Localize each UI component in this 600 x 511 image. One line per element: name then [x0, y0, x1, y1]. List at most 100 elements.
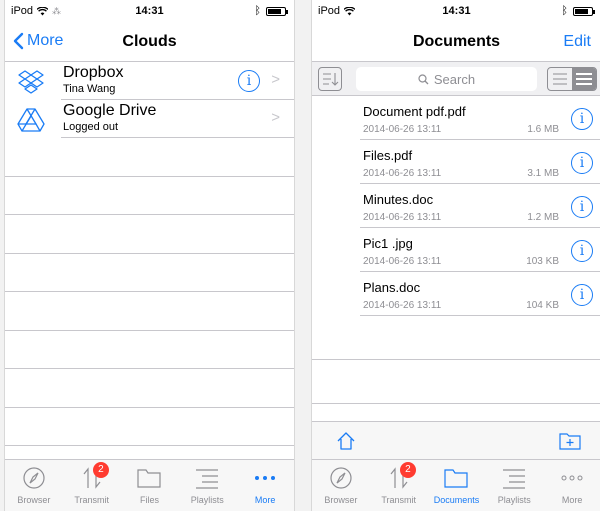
tab-label: Playlists — [190, 495, 224, 505]
tab-documents[interactable]: Documents — [428, 460, 486, 511]
document-date: 2014-06-26 13:11 — [363, 256, 442, 267]
cloud-name: Dropbox — [63, 64, 124, 81]
tab-browser[interactable]: Browser — [312, 460, 370, 511]
bottom-toolbar — [312, 421, 600, 459]
playlist-icon — [196, 469, 219, 489]
document-row[interactable]: Plans.doc 2014-06-26 13:11 104 KB i — [312, 272, 600, 316]
document-date: 2014-06-26 13:11 — [363, 300, 442, 311]
document-size: 3.1 MB — [527, 168, 559, 179]
empty-row — [5, 369, 294, 408]
info-button[interactable]: i — [571, 196, 593, 218]
tab-files[interactable]: Files — [121, 460, 179, 511]
empty-row — [5, 408, 294, 446]
documents-screen: iPod 14:31 ᛒ Documents Edit Search Docum… — [311, 0, 600, 511]
document-size: 1.6 MB — [527, 124, 559, 135]
tab-playlists[interactable]: Playlists — [485, 460, 543, 511]
nav-bar: More Clouds — [5, 22, 294, 62]
nav-bar: Documents Edit — [312, 22, 600, 62]
tab-label: Files — [139, 495, 159, 505]
tab-label: Playlists — [497, 495, 531, 505]
tab-label: More — [561, 495, 583, 505]
folder-icon — [137, 469, 162, 488]
bluetooth-icon: ᛒ — [254, 5, 261, 17]
empty-row — [5, 254, 294, 292]
page-title: Clouds — [122, 33, 177, 50]
info-button[interactable]: i — [571, 108, 593, 130]
tab-label: More — [254, 495, 276, 505]
document-date: 2014-06-26 13:11 — [363, 168, 442, 179]
tab-playlists[interactable]: Playlists — [178, 460, 236, 511]
playlist-icon — [503, 469, 526, 489]
document-name: Minutes.doc — [363, 192, 434, 207]
tab-more[interactable]: More — [236, 460, 294, 511]
cloud-row-dropbox[interactable]: Dropbox Tina Wang i > — [5, 62, 294, 100]
tab-bar: Browser 2 Transmit Files Playlists More — [5, 459, 294, 511]
tab-label: Documents — [433, 495, 480, 505]
info-button[interactable]: i — [571, 152, 593, 174]
list-view-button[interactable] — [572, 68, 596, 90]
tab-label: Transmit — [74, 495, 110, 505]
tab-browser[interactable]: Browser — [5, 460, 63, 511]
folder-icon — [444, 469, 469, 488]
cloud-row-google-drive[interactable]: Google Drive Logged out > — [5, 100, 294, 138]
battery-icon — [266, 6, 288, 16]
cloud-list: Dropbox Tina Wang i > Google Drive Logge… — [5, 62, 294, 138]
chevron-right-icon: > — [271, 71, 280, 88]
google-drive-icon — [17, 108, 45, 132]
cloud-account: Logged out — [63, 121, 119, 133]
empty-row — [312, 316, 600, 360]
search-input[interactable]: Search — [356, 67, 537, 91]
search-toolbar: Search — [312, 62, 600, 96]
clouds-screen: iPod ⁂ 14:31 ᛒ More Clouds Dropbox Tina … — [4, 0, 295, 511]
document-name: Document pdf.pdf — [363, 104, 466, 119]
sort-button[interactable] — [318, 67, 342, 91]
document-row[interactable]: Minutes.doc 2014-06-26 13:11 1.2 MB i — [312, 184, 600, 228]
document-row[interactable]: Pic1 .jpg 2014-06-26 13:11 103 KB i — [312, 228, 600, 272]
document-date: 2014-06-26 13:11 — [363, 124, 442, 135]
info-button[interactable]: i — [571, 240, 593, 262]
document-name: Plans.doc — [363, 280, 421, 295]
sort-icon — [323, 73, 339, 86]
battery-icon — [573, 6, 595, 16]
transmit-badge: 2 — [92, 462, 109, 478]
more-icon — [255, 476, 276, 480]
compass-icon — [23, 467, 45, 489]
edit-button[interactable]: Edit — [563, 33, 591, 51]
transmit-badge: 2 — [399, 462, 416, 478]
document-row[interactable]: Document pdf.pdf 2014-06-26 13:11 1.6 MB… — [312, 96, 600, 140]
tab-label: Browser — [17, 495, 51, 505]
tab-transmit[interactable]: 2 Transmit — [63, 460, 121, 511]
document-size: 104 KB — [526, 300, 559, 311]
empty-rows — [5, 138, 294, 459]
list-detail-icon — [553, 73, 567, 85]
empty-row — [312, 360, 600, 404]
dropbox-icon — [18, 70, 44, 94]
document-size: 103 KB — [526, 256, 559, 267]
status-bar: iPod 14:31 ᛒ — [312, 0, 600, 22]
tab-bar: Browser 2 Transmit Documents Playlists M… — [312, 459, 600, 511]
list-icon — [576, 73, 592, 85]
empty-row — [5, 138, 294, 177]
tab-more[interactable]: More — [543, 460, 600, 511]
document-name: Pic1 .jpg — [363, 236, 413, 251]
search-placeholder: Search — [433, 71, 476, 87]
tab-label: Browser — [324, 495, 358, 505]
document-name: Files.pdf — [363, 148, 413, 163]
chevron-right-icon: > — [271, 109, 280, 126]
page-title: Documents — [412, 33, 501, 50]
home-icon[interactable] — [336, 431, 356, 451]
document-row[interactable]: Files.pdf 2014-06-26 13:11 3.1 MB i — [312, 140, 600, 184]
empty-row — [5, 331, 294, 369]
tab-transmit[interactable]: 2 Transmit — [370, 460, 428, 511]
compass-icon — [330, 467, 352, 489]
info-button[interactable]: i — [571, 284, 593, 306]
view-toggle — [547, 67, 597, 91]
empty-row — [5, 292, 294, 331]
status-time: 14:31 — [135, 5, 164, 17]
status-right: ᛒ — [561, 5, 595, 17]
list-detail-view-button[interactable] — [548, 68, 572, 90]
new-folder-icon[interactable] — [559, 431, 581, 451]
info-button[interactable]: i — [238, 70, 260, 92]
document-date: 2014-06-26 13:11 — [363, 212, 442, 223]
empty-rows — [312, 316, 600, 404]
